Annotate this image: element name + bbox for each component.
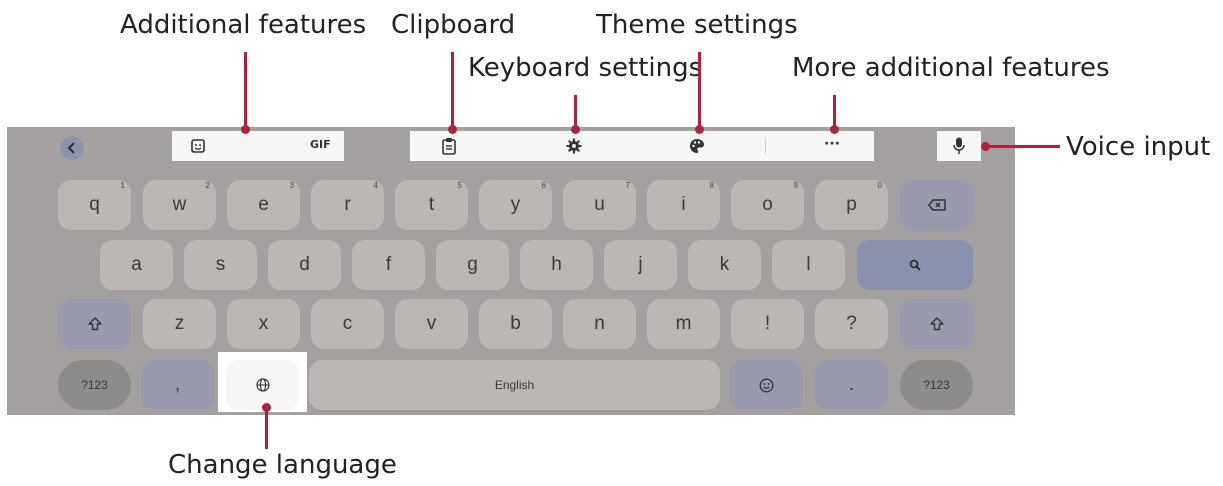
- key-h[interactable]: h: [520, 240, 593, 290]
- key-w[interactable]: w2: [143, 180, 216, 230]
- backspace-key[interactable]: [900, 180, 973, 230]
- leader-dot-more-features: [830, 125, 839, 134]
- shift-icon: [929, 317, 944, 331]
- clipboard-button[interactable]: [442, 137, 458, 155]
- keyboard-settings-button[interactable]: [566, 138, 582, 154]
- leader-dot-keyboard-settings: [571, 125, 580, 134]
- leader-keyboard-settings: [574, 95, 577, 128]
- callout-theme-settings: Theme settings: [596, 10, 798, 40]
- symbols-key-left[interactable]: ?123: [58, 360, 131, 410]
- key-p[interactable]: p0: [815, 180, 888, 230]
- tools-bar: ···: [410, 131, 874, 161]
- key-m[interactable]: m: [647, 299, 720, 349]
- callout-additional-features: Additional features: [120, 10, 367, 40]
- sticker-icon: [191, 139, 205, 153]
- search-icon: [909, 259, 921, 271]
- leader-dot-theme-settings: [695, 125, 704, 134]
- more-features-button[interactable]: ···: [824, 136, 840, 152]
- gif-button[interactable]: GIF: [310, 138, 331, 151]
- key-a[interactable]: a: [100, 240, 173, 290]
- leader-dot-voice-input: [981, 142, 990, 151]
- change-language-key[interactable]: [226, 360, 299, 410]
- key-k[interactable]: k: [688, 240, 761, 290]
- leader-clipboard: [451, 52, 454, 128]
- key-g[interactable]: g: [436, 240, 509, 290]
- key-y[interactable]: y6: [479, 180, 552, 230]
- microphone-icon: [953, 137, 965, 154]
- leader-dot-clipboard: [448, 125, 457, 134]
- key-i[interactable]: i8: [647, 180, 720, 230]
- key-e[interactable]: e3: [227, 180, 300, 230]
- clipboard-icon: [442, 138, 456, 155]
- key-r[interactable]: r4: [311, 180, 384, 230]
- symbols-key-right[interactable]: ?123: [900, 360, 973, 410]
- shift-icon: [87, 317, 102, 331]
- comma-key[interactable]: ,: [141, 360, 214, 410]
- backspace-icon: [927, 199, 946, 211]
- callout-change-language: Change language: [168, 450, 397, 480]
- key-x[interactable]: x: [227, 299, 300, 349]
- callout-more-additional-features: More additional features: [792, 53, 1110, 83]
- search-key[interactable]: [857, 240, 973, 290]
- key-q[interactable]: q1: [58, 180, 131, 230]
- sticker-button[interactable]: [190, 138, 206, 154]
- key-b[interactable]: b: [479, 299, 552, 349]
- key-v[interactable]: v: [395, 299, 468, 349]
- emoji-icon: [759, 378, 774, 392]
- key-u[interactable]: u7: [563, 180, 636, 230]
- palette-icon: [690, 139, 704, 153]
- keyboard-panel: GIF ··· q1 w2 e3 r4 t5 y6 u7 i8 o9 p0 a …: [7, 127, 1015, 415]
- leader-theme-settings: [698, 52, 701, 128]
- back-button[interactable]: [60, 136, 84, 160]
- theme-settings-button[interactable]: [689, 138, 705, 154]
- shift-key-right[interactable]: [900, 299, 973, 349]
- globe-icon: [255, 378, 270, 392]
- key-c[interactable]: c: [311, 299, 384, 349]
- space-key[interactable]: English: [309, 360, 720, 410]
- key-d[interactable]: d: [268, 240, 341, 290]
- additional-features-bar: GIF: [172, 131, 344, 161]
- key-o[interactable]: o9: [731, 180, 804, 230]
- chevron-left-icon: [67, 142, 75, 154]
- toolbar-divider: [765, 138, 766, 154]
- leader-additional-features: [244, 52, 247, 128]
- shift-key-left[interactable]: [58, 299, 131, 349]
- gear-icon: [566, 138, 582, 154]
- key-l[interactable]: l: [772, 240, 845, 290]
- leader-voice-input: [985, 145, 1060, 148]
- key-s[interactable]: s: [184, 240, 257, 290]
- leader-dot-change-language: [262, 403, 271, 412]
- callout-keyboard-settings: Keyboard settings: [468, 53, 703, 83]
- leader-change-language: [265, 407, 268, 449]
- callout-voice-input: Voice input: [1066, 132, 1211, 162]
- leader-dot-additional-features: [241, 125, 250, 134]
- key-n[interactable]: n: [563, 299, 636, 349]
- key-question[interactable]: ?: [815, 299, 888, 349]
- voice-input-button[interactable]: [937, 131, 981, 161]
- leader-more-features: [833, 95, 836, 128]
- key-j[interactable]: j: [604, 240, 677, 290]
- callout-clipboard: Clipboard: [391, 10, 516, 40]
- key-z[interactable]: z: [143, 299, 216, 349]
- key-t[interactable]: t5: [395, 180, 468, 230]
- emoji-key[interactable]: [730, 360, 803, 410]
- key-f[interactable]: f: [352, 240, 425, 290]
- key-exclamation[interactable]: !: [731, 299, 804, 349]
- period-key[interactable]: .: [815, 360, 888, 410]
